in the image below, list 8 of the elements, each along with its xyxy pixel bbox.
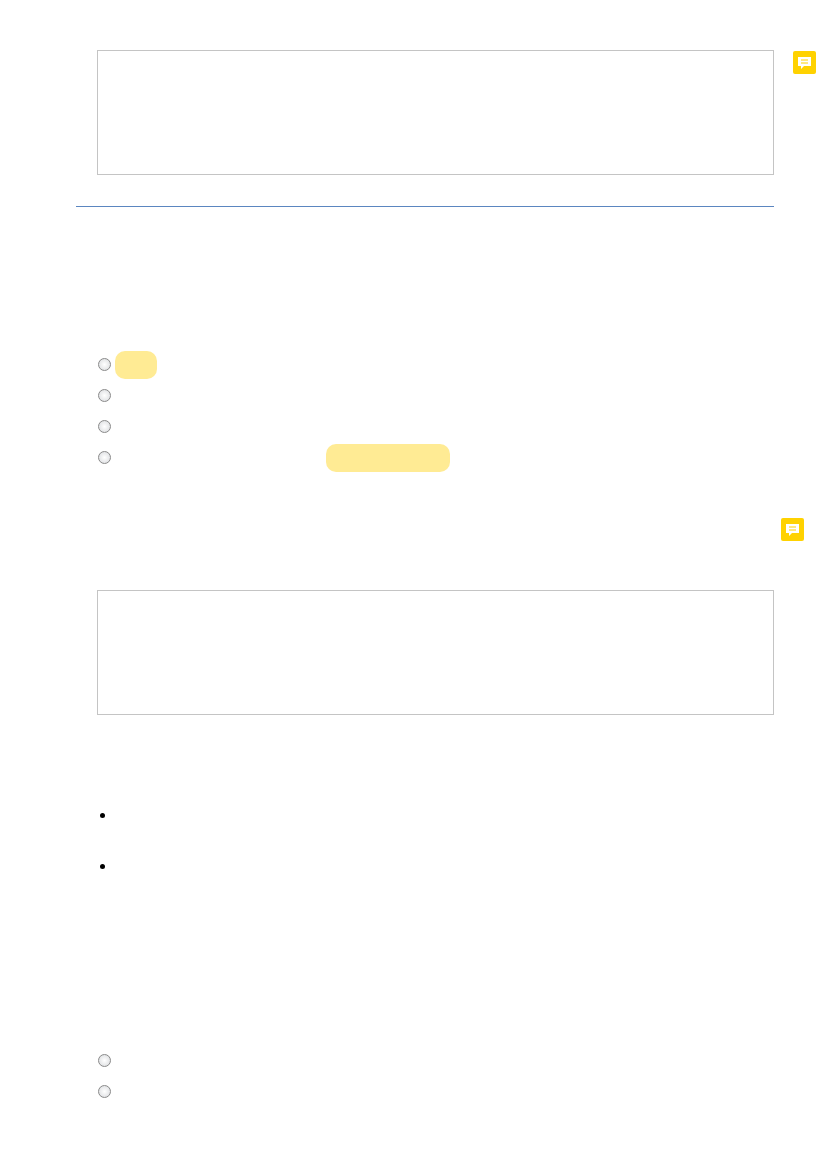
bullet-icon [100,813,105,818]
radio-button[interactable] [98,358,111,371]
radio-button[interactable] [98,420,111,433]
bullet-icon [100,864,105,869]
radio-button[interactable] [98,1085,111,1098]
radio-button[interactable] [98,389,111,402]
radio-button[interactable] [98,451,111,464]
radio-button[interactable] [98,1054,111,1067]
